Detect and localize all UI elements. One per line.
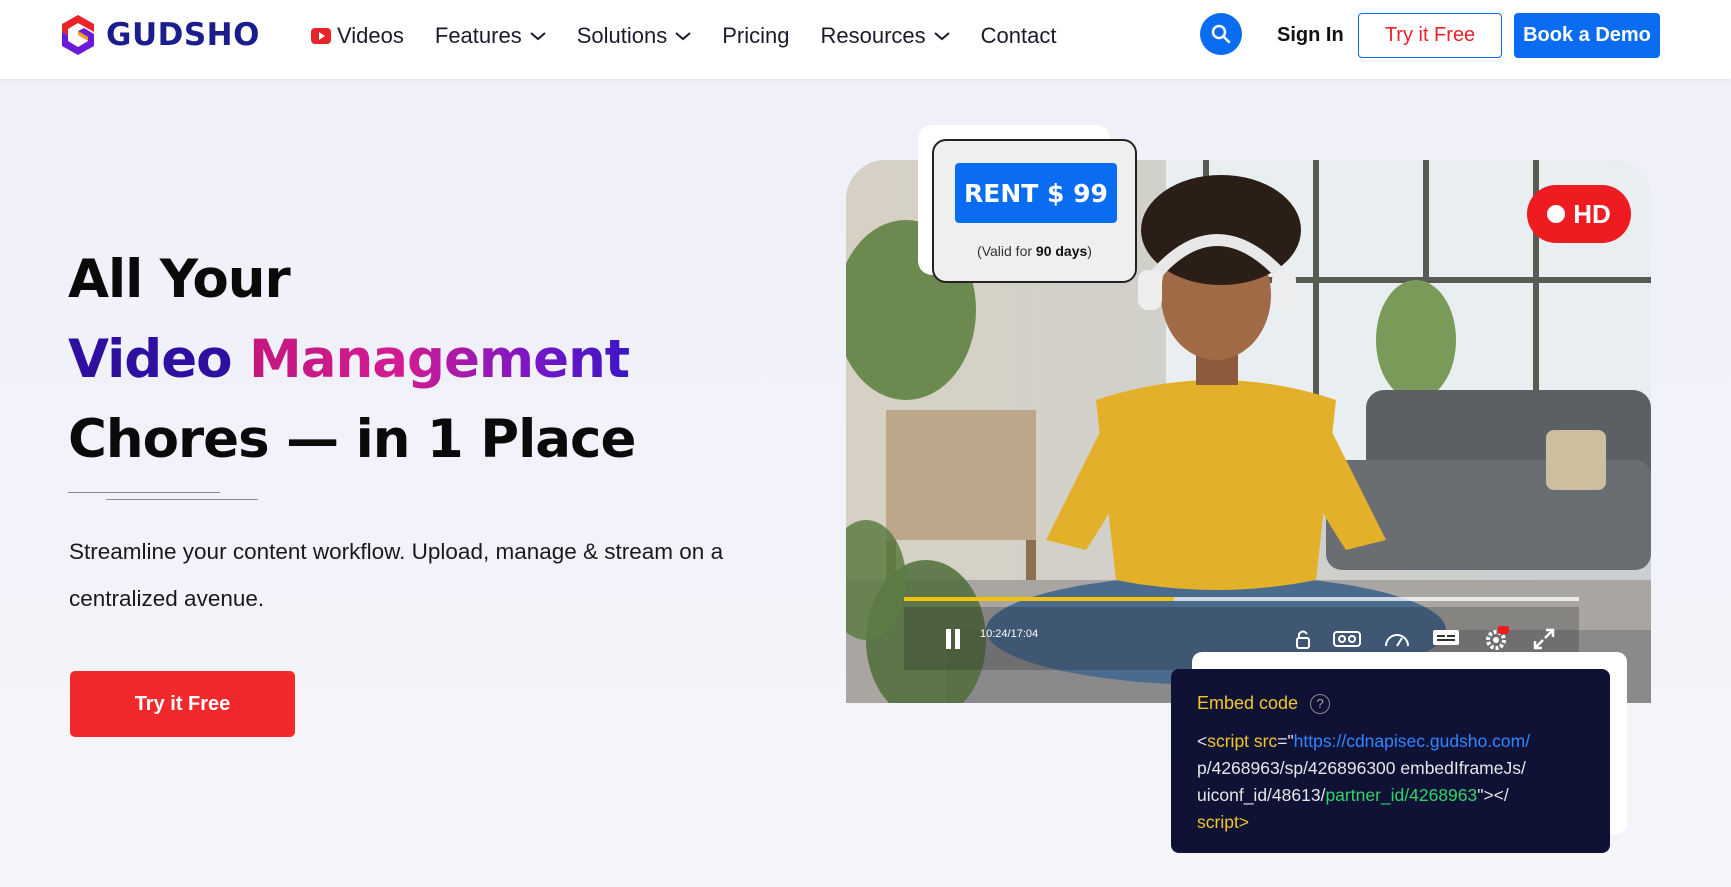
speedometer-icon — [1385, 633, 1409, 647]
brand-name: GUDSHO — [106, 17, 260, 53]
pause-button[interactable] — [938, 607, 968, 670]
hero-title: All Your Video Management Chores — in 1 … — [68, 240, 636, 480]
nav-item-videos[interactable]: Videos — [311, 23, 404, 49]
rent-button[interactable]: RENT $ 99 — [955, 163, 1117, 223]
hero-title-line1: All Your — [68, 249, 291, 310]
gudsho-logo-icon — [62, 15, 94, 55]
nav-label-pricing: Pricing — [722, 23, 790, 48]
embed-title-label: Embed code — [1197, 693, 1299, 713]
hd-badge: HD — [1527, 185, 1631, 243]
hero-title-line3: Chores — in 1 Place — [68, 409, 636, 470]
try-free-nav-button[interactable]: Try it Free — [1358, 13, 1502, 58]
nav-item-resources[interactable]: Resources — [820, 23, 950, 49]
chevron-down-icon — [933, 32, 950, 41]
youtube-icon — [311, 28, 331, 44]
nav-label-videos: Videos — [337, 23, 404, 48]
video-progress-bar[interactable] — [904, 597, 1579, 601]
nav-label-contact: Contact — [980, 23, 1057, 48]
nav-item-solutions[interactable]: Solutions — [577, 23, 692, 49]
hero-try-free-button[interactable]: Try it Free — [70, 671, 295, 737]
nav-label-features: Features — [434, 23, 522, 48]
chevron-down-icon — [530, 32, 546, 41]
hero-subtitle: Streamline your content workflow. Upload… — [69, 539, 724, 611]
gear-icon — [1486, 625, 1509, 650]
decorative-divider — [68, 490, 258, 502]
subtitles-icon — [1433, 629, 1459, 645]
chevron-down-icon — [675, 32, 691, 41]
hd-badge-label: HD — [1573, 198, 1611, 229]
pause-icon — [946, 628, 960, 649]
nav-label-solutions: Solutions — [576, 23, 668, 48]
rent-valid-days: 90 days — [1035, 243, 1088, 259]
hero-title-line2: Video Management — [68, 320, 635, 400]
fullscreen-icon — [1533, 628, 1555, 649]
lock-icon — [1296, 630, 1310, 649]
nav-item-features[interactable]: Features — [435, 23, 546, 49]
embed-code-block[interactable]: <script src="https://cdnapisec.gudsho.co… — [1197, 728, 1584, 836]
rent-card: RENT $ 99 (Valid for 90 days) — [932, 139, 1137, 283]
nav-item-pricing[interactable]: Pricing — [722, 23, 789, 49]
rent-validity: (Valid for 90 days) — [977, 243, 1092, 259]
nav-item-contact[interactable]: Contact — [981, 23, 1057, 49]
main-menu: Videos Features Solutions Pricing Resour… — [311, 0, 1087, 72]
embed-code-card: Embed code ? <script src="https://cdnapi… — [1171, 669, 1610, 853]
video-time: 10:24/17:04 — [980, 628, 1039, 640]
brand-logo[interactable]: GUDSHO — [58, 13, 260, 57]
video-progress-fill — [904, 597, 1174, 601]
sign-in-link[interactable]: Sign In — [1277, 24, 1344, 47]
search-button[interactable] — [1200, 13, 1242, 55]
hero-title-management: Management — [249, 329, 630, 390]
record-dot-icon — [1547, 205, 1566, 223]
top-navbar: GUDSHO Videos Features Solutions Pricing… — [0, 0, 1731, 79]
help-icon[interactable]: ? — [1310, 693, 1331, 714]
search-icon — [1211, 24, 1231, 44]
vr-headset-icon — [1333, 630, 1361, 647]
embed-title: Embed code ? — [1197, 693, 1584, 714]
book-demo-button[interactable]: Book a Demo — [1514, 13, 1660, 58]
hero-title-video: Video — [68, 329, 233, 390]
nav-label-resources: Resources — [820, 23, 926, 48]
